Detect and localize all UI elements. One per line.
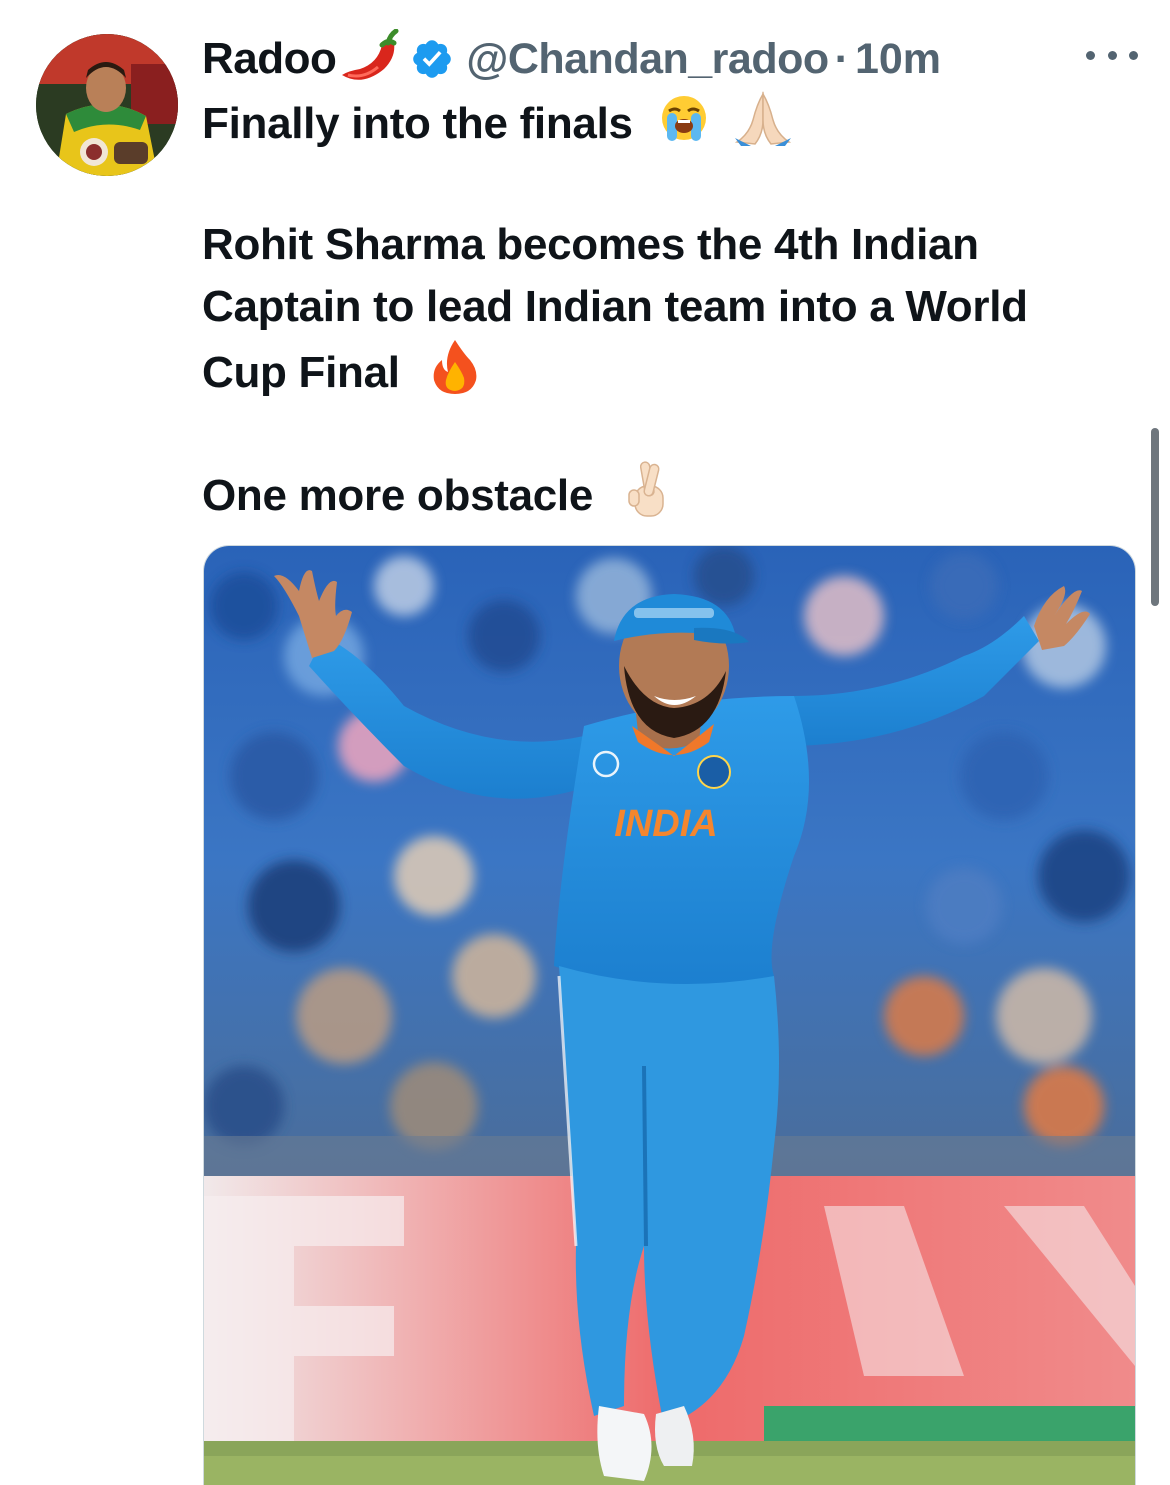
tweet-text-line-2: Rohit Sharma becomes the 4th Indian [202,214,979,276]
tweet-card[interactable]: Radoo @Chandan_radoo · 10m Finally into … [0,0,1170,1485]
separator-dot: · [834,34,849,83]
tweet-text: Cup Final [202,348,400,398]
loudly-crying-face-emoji [659,93,709,160]
cricket-photo: INDIA [204,546,1135,1485]
avatar-image [36,34,178,176]
tweet-text: Finally into the finals [202,99,633,149]
chili-pepper-emoji [338,28,404,89]
fire-emoji [430,338,480,413]
tweet-media-image[interactable]: INDIA [203,545,1136,1485]
jersey-text: INDIA [614,803,717,845]
tweet-header: Radoo @Chandan_radoo · 10m [202,24,941,94]
tweet-text: Captain to lead Indian team into a World [202,282,1028,331]
tweet-text-line-5: One more obstacle [202,460,671,537]
folded-hands-emoji [733,90,793,163]
author-handle[interactable]: @Chandan_radoo [466,35,829,84]
crossed-fingers-emoji [625,460,671,537]
tweet-text: Rohit Sharma becomes the 4th Indian [202,220,979,269]
verified-badge-icon[interactable] [410,37,454,81]
tweet-text-line-1: Finally into the finals [202,90,793,163]
timestamp[interactable]: 10m [855,35,941,84]
tweet-text-line-4: Cup Final [202,338,480,413]
tweet-text: One more obstacle [202,471,594,521]
more-options-icon[interactable] [1086,40,1138,70]
tweet-text-line-3: Captain to lead Indian team into a World [202,276,1028,338]
avatar[interactable] [36,34,178,176]
author-name[interactable]: Radoo [202,34,337,84]
scrollbar-thumb[interactable] [1151,428,1159,606]
